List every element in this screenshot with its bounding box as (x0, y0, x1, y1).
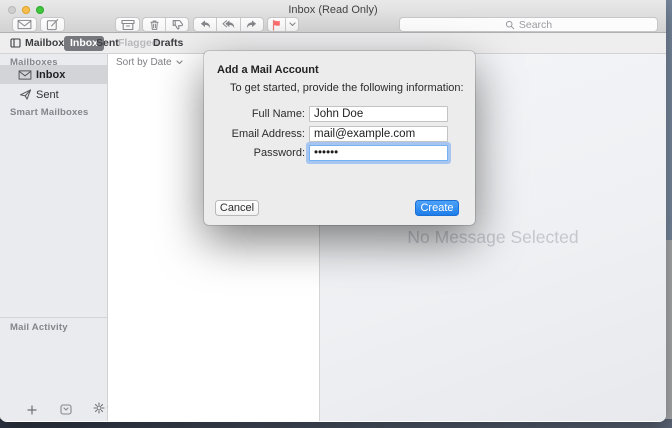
email-address-field[interactable] (309, 126, 448, 142)
reply-all-icon (222, 19, 235, 30)
mail-activity-divider (0, 317, 107, 318)
reply-forward-group (193, 17, 264, 32)
compose-icon (46, 18, 59, 31)
flag-button[interactable] (268, 18, 286, 31)
archive-button[interactable] (115, 17, 140, 32)
mail-activity-toggle-button[interactable] (60, 402, 72, 420)
full-name-field[interactable] (309, 106, 448, 122)
cancel-button[interactable]: Cancel (215, 200, 259, 216)
create-button[interactable]: Create (415, 200, 459, 216)
sidebar-item-sent[interactable]: Sent (0, 85, 107, 104)
dialog-subtitle: To get started, provide the following in… (230, 82, 464, 94)
flag-icon (271, 19, 282, 31)
flag-options-button[interactable] (286, 18, 298, 31)
sidebar-section-smart-mailboxes: Smart Mailboxes (10, 107, 89, 118)
sidebar-item-inbox[interactable]: Inbox (0, 65, 107, 84)
password-label: Password: (204, 147, 305, 159)
title-bar: Inbox (Read Only) (0, 0, 666, 33)
gear-icon (93, 402, 105, 414)
junk-button[interactable] (166, 18, 188, 31)
dialog-title: Add a Mail Account (217, 64, 319, 76)
no-message-selected-text: No Message Selected (320, 227, 666, 248)
add-mail-account-dialog: Add a Mail Account To get started, provi… (204, 51, 475, 225)
junk-icon (171, 18, 184, 31)
mail-activity-label: Mail Activity (10, 322, 68, 333)
inbox-envelope-icon (17, 70, 33, 80)
get-mail-button[interactable] (12, 17, 37, 32)
password-field[interactable] (309, 145, 448, 161)
window-title: Inbox (Read Only) (0, 4, 666, 16)
plus-icon (27, 405, 37, 415)
reply-icon (199, 19, 211, 30)
compose-button[interactable] (40, 17, 65, 32)
sidebar-item-label: Sent (36, 89, 59, 101)
sidebar-item-label: Inbox (36, 69, 65, 81)
favorites-tab-sent[interactable]: Sent (96, 37, 119, 49)
reply-button[interactable] (194, 18, 217, 31)
mailbox-sidebar: Mailboxes Inbox Sent Smart Mailboxes Mai… (0, 54, 108, 421)
trash-icon (149, 19, 160, 31)
sort-by-label: Sort by Date (116, 57, 172, 68)
reply-all-button[interactable] (217, 18, 241, 31)
email-address-label: Email Address: (204, 128, 305, 140)
chevron-down-icon (289, 22, 296, 27)
chevron-down-icon (176, 60, 183, 65)
sidebar-bottom-toolbar (0, 401, 107, 417)
get-mail-icon (17, 19, 32, 30)
archive-icon (121, 19, 135, 31)
forward-icon (246, 19, 258, 30)
paper-plane-icon (17, 89, 33, 100)
full-name-row: Full Name: (204, 106, 475, 122)
search-placeholder: Search (519, 19, 552, 31)
mail-activity-toggle-icon (60, 404, 72, 415)
search-field[interactable]: Search (399, 17, 658, 32)
trash-junk-group (142, 17, 189, 32)
email-address-row: Email Address: (204, 126, 475, 142)
mailboxes-sidebar-icon (10, 38, 21, 48)
favorites-tab-drafts[interactable]: Drafts (153, 37, 183, 49)
trash-button[interactable] (143, 18, 166, 31)
sort-by-button[interactable]: Sort by Date (116, 57, 183, 68)
add-mailbox-button[interactable] (27, 402, 37, 420)
search-icon (505, 20, 515, 30)
mail-window: Inbox (Read Only) (0, 0, 666, 422)
forward-button[interactable] (241, 18, 263, 31)
full-name-label: Full Name: (204, 108, 305, 120)
password-row: Password: (204, 145, 475, 161)
flag-group (267, 17, 299, 32)
